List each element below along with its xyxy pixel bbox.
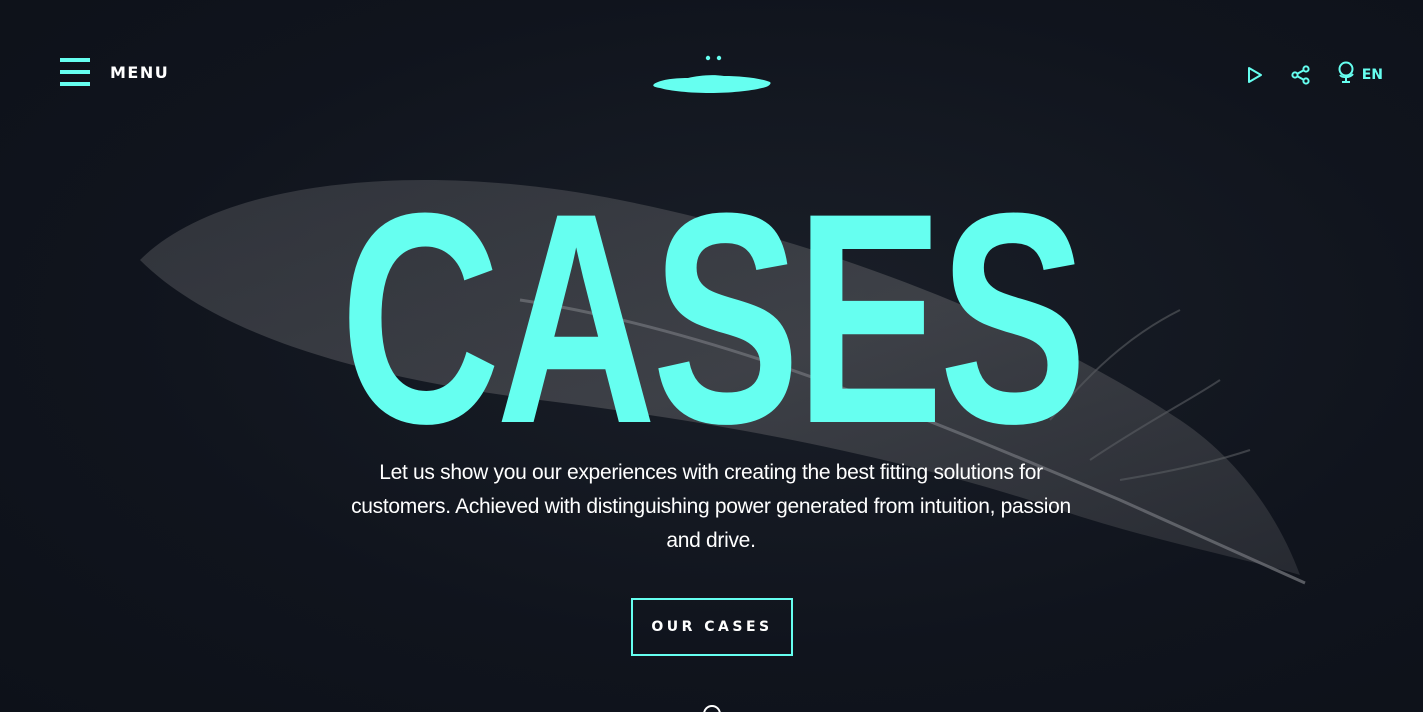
menu-button[interactable]: MENU [60,58,169,86]
hero-description: Let us show you our experiences with cre… [351,461,1071,552]
page: MENU EN CASES Let us show you our experi… [0,0,1423,712]
language-selector[interactable]: EN [1336,60,1383,89]
our-cases-button[interactable]: OUR CASES [631,598,793,656]
header-actions: EN [1244,60,1383,89]
language-label: EN [1361,66,1383,83]
hero-title: CASES [340,150,1087,486]
hamburger-icon [60,58,90,86]
globe-icon [1336,60,1356,89]
play-icon[interactable] [1244,62,1266,88]
ink-blob-logo[interactable] [650,50,774,98]
scroll-down-icon[interactable] [702,704,722,712]
menu-label: MENU [110,62,170,82]
share-icon[interactable] [1290,62,1312,88]
